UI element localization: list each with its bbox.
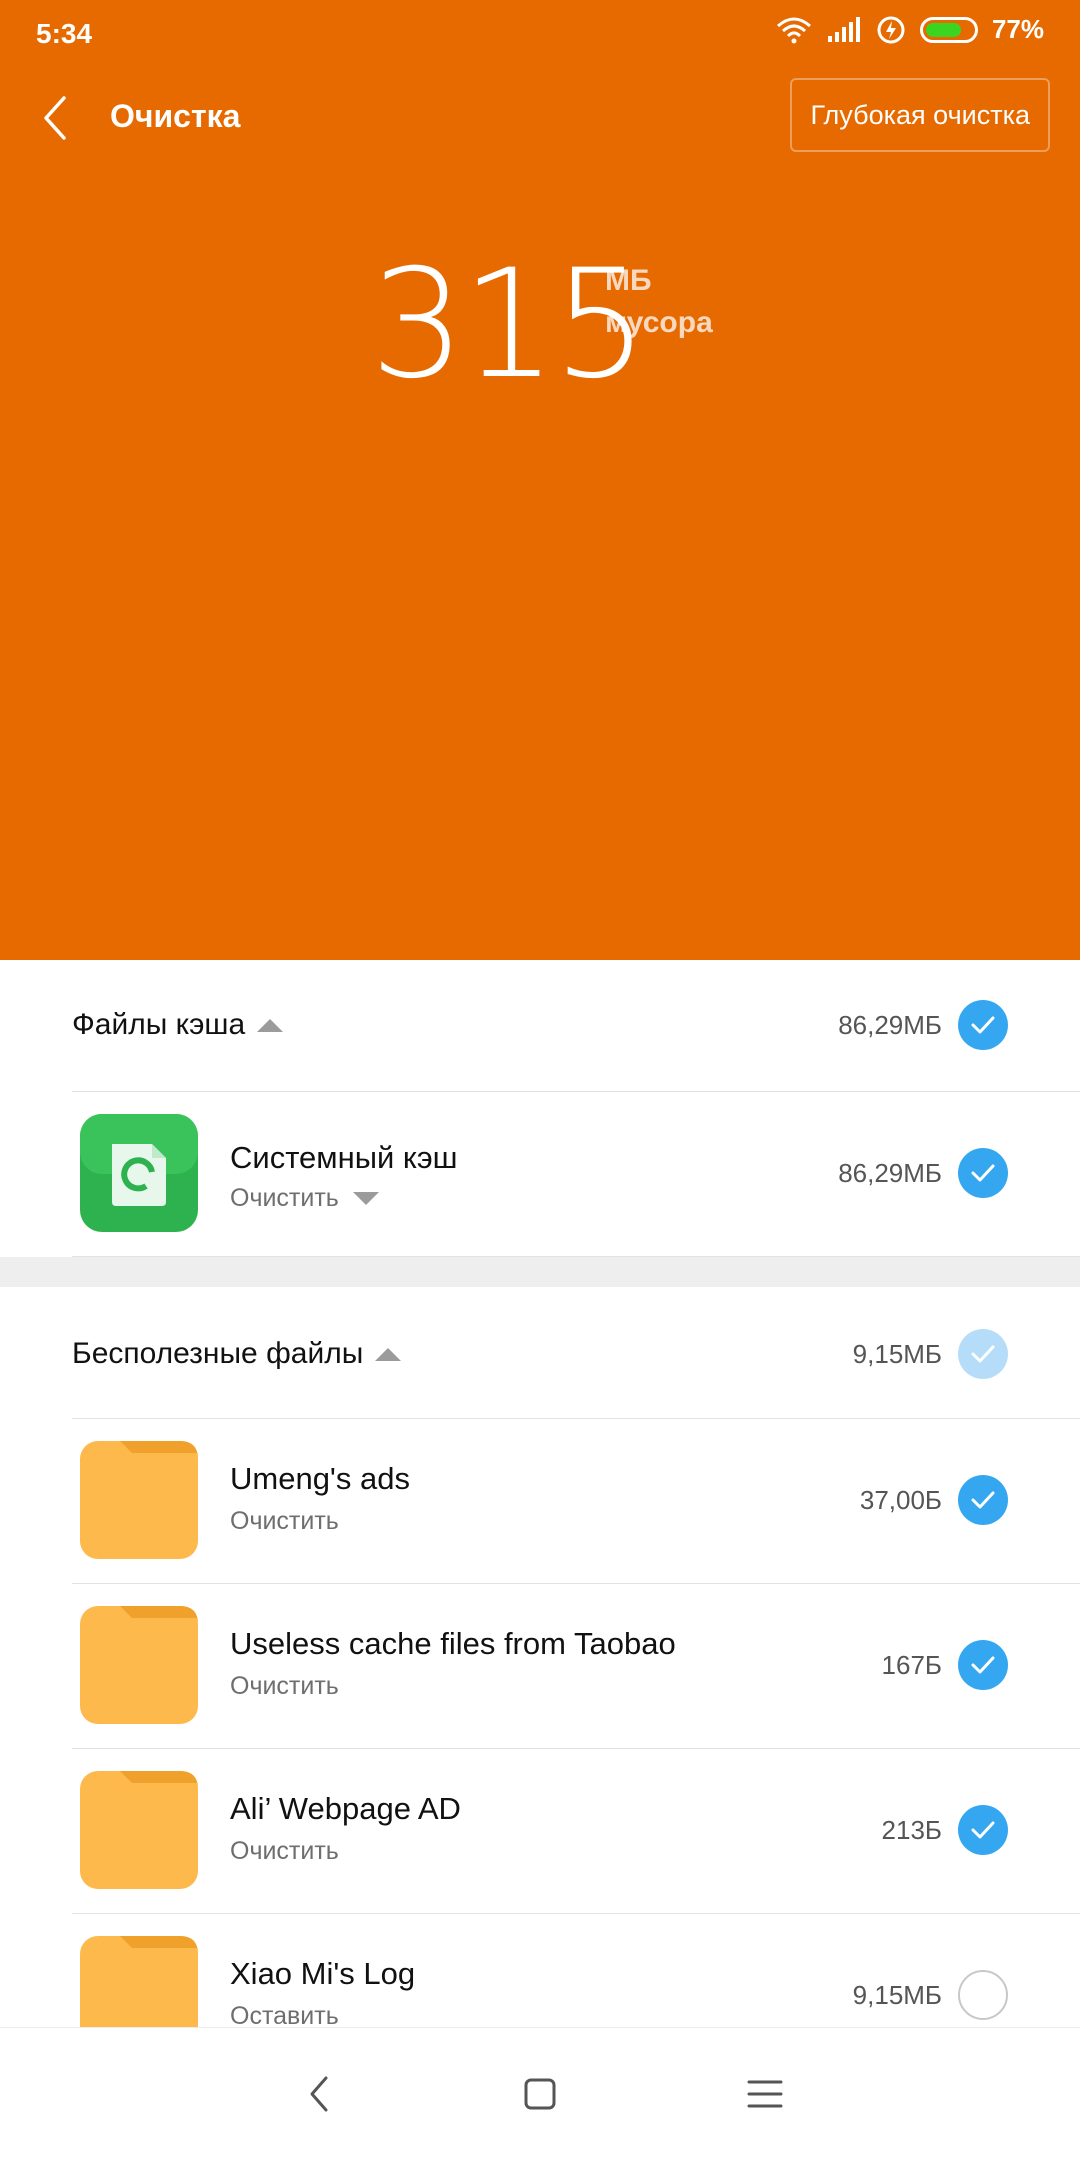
section-header-cache[interactable]: Файлы кэша 86,29МБ — [0, 960, 1080, 1092]
section-header-useless[interactable]: Бесполезные файлы 9,15МБ — [0, 1287, 1080, 1419]
section-checkbox[interactable] — [958, 1329, 1008, 1379]
item-action-label: Очистить — [230, 1507, 339, 1535]
battery-percent: 77% — [991, 14, 1044, 44]
junk-amount: 315 — [370, 238, 648, 412]
section-title: Файлы кэша — [72, 1008, 284, 1042]
item-action-label: Очистить — [230, 1672, 339, 1700]
item-title: Umeng's ads — [230, 1461, 410, 1496]
item-title: Xiao Mi's Log — [230, 1956, 416, 1991]
check-icon — [971, 1164, 995, 1182]
list-item[interactable]: Ali’ Webpage AD Очистить 213Б — [0, 1749, 1080, 1914]
item-size: 213Б — [881, 1815, 942, 1845]
page-title: Очистка — [110, 98, 241, 134]
status-time: 5:34 — [36, 18, 93, 49]
section-checkbox[interactable] — [958, 1000, 1008, 1050]
item-size: 167Б — [881, 1650, 942, 1680]
folder-icon — [80, 1771, 198, 1889]
nav-menu-icon[interactable] — [735, 2064, 795, 2124]
check-icon — [971, 1491, 995, 1509]
status-icons: 77% — [776, 14, 1044, 45]
check-icon — [971, 1345, 995, 1363]
item-action[interactable]: Очистить — [230, 1837, 339, 1866]
folder-icon — [80, 1441, 198, 1559]
check-icon — [971, 1821, 995, 1839]
header-panel: 5:34 77% Очистка Глубокая очистка 315 МБ… — [0, 0, 1080, 960]
system-cache-app-icon — [80, 1114, 198, 1232]
collapse-icon — [257, 1018, 284, 1032]
item-size: 37,00Б — [859, 1485, 942, 1515]
item-checkbox[interactable] — [958, 1148, 1008, 1198]
folder-icon — [80, 1606, 198, 1724]
deep-clean-button[interactable]: Глубокая очистка — [790, 78, 1050, 152]
back-button[interactable] — [36, 92, 76, 144]
item-title: Системный кэш — [230, 1140, 458, 1175]
charging-icon — [877, 16, 905, 43]
item-action[interactable]: Очистить — [230, 1507, 339, 1536]
item-action[interactable]: Очистить — [230, 1672, 339, 1701]
item-checkbox[interactable] — [958, 1475, 1008, 1525]
app-bar: Очистка Глубокая очистка — [0, 78, 1080, 158]
item-size: 86,29МБ — [838, 1158, 942, 1188]
item-action-label: Очистить — [230, 1837, 339, 1865]
navigation-bar — [0, 2027, 1080, 2160]
list-item[interactable]: Umeng's ads Очистить 37,00Б — [0, 1419, 1080, 1584]
item-checkbox[interactable] — [958, 1640, 1008, 1690]
item-checkbox[interactable] — [958, 1805, 1008, 1855]
section-size: 9,15МБ — [852, 1339, 942, 1369]
check-icon — [971, 1656, 995, 1674]
junk-unit: МБ — [605, 264, 652, 297]
section-separator — [0, 1257, 1080, 1287]
wifi-icon — [776, 17, 811, 43]
item-title: Ali’ Webpage AD — [230, 1791, 461, 1826]
item-checkbox[interactable] — [958, 1970, 1008, 2020]
nav-back-icon[interactable] — [290, 2064, 350, 2124]
signal-icon — [827, 16, 860, 42]
section-title-text: Бесполезные файлы — [72, 1337, 364, 1370]
item-action[interactable]: Очистить — [230, 1184, 379, 1213]
expand-icon — [352, 1192, 379, 1205]
status-bar: 5:34 77% — [0, 0, 1080, 66]
check-icon — [971, 1016, 995, 1034]
junk-list: Файлы кэша 86,29МБ Системный кэш Очистит… — [0, 960, 1080, 2079]
battery-fill — [925, 22, 961, 37]
nav-home-icon[interactable] — [510, 2064, 570, 2124]
list-item[interactable]: Useless cache files from Taobao Очистить… — [0, 1584, 1080, 1749]
section-title-text: Файлы кэша — [72, 1008, 246, 1041]
item-title: Useless cache files from Taobao — [230, 1626, 676, 1661]
section-size: 86,29МБ — [838, 1010, 942, 1040]
item-action-label: Очистить — [230, 1184, 339, 1212]
junk-label: мусора — [605, 306, 713, 339]
divider — [72, 1256, 1080, 1257]
battery-icon — [919, 16, 978, 43]
collapse-icon — [375, 1347, 402, 1361]
section-title: Бесполезные файлы — [72, 1337, 402, 1371]
list-item[interactable]: Системный кэш Очистить 86,29МБ — [0, 1092, 1080, 1257]
item-size: 9,15МБ — [852, 1980, 942, 2010]
